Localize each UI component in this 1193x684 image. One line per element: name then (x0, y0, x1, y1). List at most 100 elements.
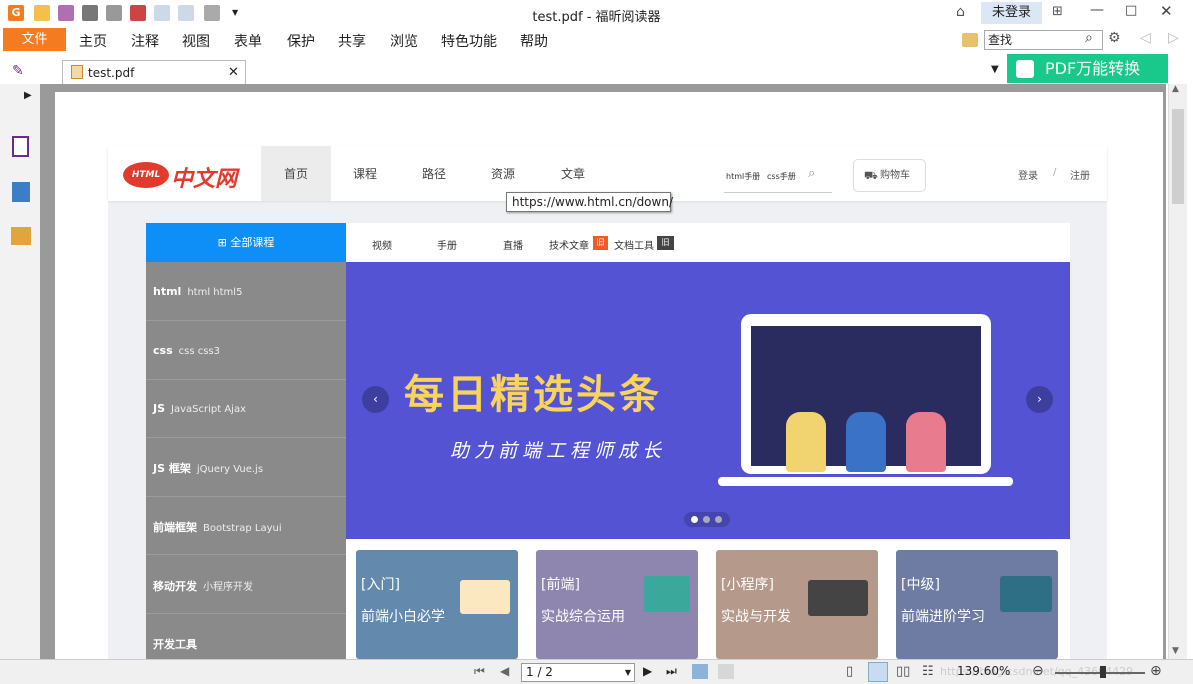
all-courses-header[interactable]: ⊞ 全部课程 (146, 223, 346, 262)
bookmark-icon[interactable] (12, 136, 29, 157)
prev-result-icon[interactable]: ◁ (1140, 30, 1151, 46)
course-item-mobile[interactable]: 移动开发 小程序开发 (153, 578, 253, 594)
dot[interactable] (715, 516, 722, 523)
search-hint-html[interactable]: html手册 (726, 171, 760, 182)
zoom-slider-thumb[interactable] (1100, 666, 1106, 678)
scroll-down-icon[interactable]: ▼ (1172, 646, 1179, 656)
site-search-icon[interactable]: ⌕ (808, 166, 815, 181)
prev-page-icon[interactable]: ◀ (500, 664, 509, 678)
card-label: 前端小白必学 (361, 609, 445, 625)
facing-icon[interactable]: ▯▯ (896, 664, 910, 679)
subnav-tech-articles[interactable]: 技术文章 (549, 237, 589, 252)
card-illustration (1000, 576, 1052, 612)
sign-icon[interactable]: ✎ (12, 63, 24, 79)
prev-view-icon[interactable] (692, 664, 708, 679)
subnav-doc-tools[interactable]: 文档工具 (614, 237, 654, 252)
first-page-icon[interactable]: ⏮ (474, 664, 485, 679)
site-login-link[interactable]: 登录 (1018, 167, 1038, 182)
file-menu[interactable]: 文件 (3, 28, 66, 51)
menu-view[interactable]: 视图 (182, 31, 210, 51)
continuous-icon[interactable] (868, 662, 888, 682)
subnav-live[interactable]: 直播 (503, 237, 523, 252)
divider (146, 613, 346, 614)
page-number-input[interactable]: 1 / 2 ▼ (521, 663, 635, 682)
cart-button[interactable]: ⛟ 购物车 (853, 159, 926, 192)
card-beginner[interactable]: [入门] 前端小白必学 (356, 550, 518, 659)
menu-help[interactable]: 帮助 (520, 31, 548, 51)
single-page-icon[interactable]: ▯ (846, 664, 853, 679)
card-tag: [前端] (541, 577, 580, 593)
all-courses-label: 全部课程 (230, 236, 275, 249)
login-button[interactable]: 未登录 (981, 2, 1042, 24)
card-frontend[interactable]: [前端] 实战综合运用 (536, 550, 698, 659)
nav-resources[interactable]: 资源 (491, 165, 515, 182)
course-sub: jQuery Vue.js (196, 464, 264, 475)
banner-next-button[interactable]: › (1026, 386, 1053, 413)
next-result-icon[interactable]: ▷ (1168, 30, 1179, 46)
pages-icon[interactable] (12, 182, 30, 202)
menu-comment[interactable]: 注释 (131, 31, 159, 51)
nav-courses[interactable]: 课程 (353, 165, 377, 182)
search-hint-css[interactable]: css手册 (767, 171, 796, 182)
nav-path[interactable]: 路径 (422, 165, 446, 182)
menu-form[interactable]: 表单 (234, 31, 262, 51)
menu-protect[interactable]: 保护 (287, 31, 315, 51)
close-window-button[interactable]: ✕ (1160, 2, 1173, 20)
nav-articles[interactable]: 文章 (561, 165, 585, 182)
course-sub: html html5 (187, 287, 243, 298)
course-item-frontend-framework[interactable]: 前端框架 Bootstrap Layui (153, 519, 282, 535)
vertical-scrollbar[interactable]: ▲ ▼ (1168, 84, 1187, 659)
close-tab-icon[interactable]: ✕ (228, 65, 239, 80)
course-main: 开发工具 (153, 638, 197, 651)
search-icon[interactable]: ⌕ (1085, 30, 1093, 46)
tab-list-dropdown-icon[interactable]: ▼ (991, 64, 999, 75)
dot[interactable] (703, 516, 710, 523)
dot-active[interactable] (691, 516, 698, 523)
card-intermediate[interactable]: [中级] 前端进阶学习 (896, 550, 1058, 659)
person-illustration (786, 412, 826, 472)
course-item-html[interactable]: html html html5 (153, 285, 242, 298)
scroll-thumb[interactable] (1172, 109, 1184, 204)
banner-title: 每日精选头条 (404, 372, 662, 418)
card-label: 实战与开发 (721, 609, 791, 625)
course-sub: 小程序开发 (203, 582, 253, 593)
find-folder-icon[interactable] (962, 33, 978, 47)
next-view-icon[interactable] (718, 664, 734, 679)
continuous-facing-icon[interactable]: ☷ (922, 664, 934, 679)
site-separator: / (1053, 167, 1057, 178)
nav-home[interactable]: 首页 (284, 165, 308, 182)
settings-icon[interactable]: ⚙ (1108, 30, 1121, 46)
menu-share[interactable]: 共享 (338, 31, 366, 51)
pdf-convert-button[interactable]: PDF万能转换 (1007, 54, 1168, 83)
zoom-level[interactable]: 139.60% (957, 664, 1010, 678)
maximize-button[interactable]: □ (1125, 3, 1137, 18)
expand-panel-icon[interactable]: ▶ (24, 90, 32, 101)
page-dropdown-icon[interactable]: ▼ (625, 664, 631, 681)
course-item-js[interactable]: JS JavaScript Ajax (153, 402, 246, 415)
menu-features[interactable]: 特色功能 (441, 31, 497, 51)
card-miniprogram[interactable]: [小程序] 实战与开发 (716, 550, 878, 659)
menu-browse[interactable]: 浏览 (390, 31, 418, 51)
zoom-in-icon[interactable]: ⊕ (1150, 663, 1162, 679)
minimize-button[interactable]: — (1090, 2, 1104, 18)
skin-icon[interactable]: ⌂ (956, 4, 965, 20)
subnav-video[interactable]: 视频 (372, 237, 392, 252)
course-item-css[interactable]: css css css3 (153, 344, 220, 357)
comments-icon[interactable] (11, 227, 31, 245)
card-illustration (808, 580, 868, 616)
right-edge (1187, 84, 1193, 684)
menu-home[interactable]: 主页 (79, 31, 107, 51)
site-register-link[interactable]: 注册 (1070, 167, 1090, 182)
zoom-out-icon[interactable]: ⊖ (1032, 663, 1044, 679)
course-main: 前端框架 (153, 521, 197, 534)
tab-test-pdf[interactable]: test.pdf ✕ (62, 60, 246, 84)
grid-icon[interactable]: ⊞ (1052, 4, 1063, 19)
course-item-js-framework[interactable]: JS 框架 jQuery Vue.js (153, 460, 263, 476)
subnav-manual[interactable]: 手册 (437, 237, 457, 252)
scroll-up-icon[interactable]: ▲ (1172, 84, 1179, 94)
next-page-icon[interactable]: ▶ (643, 664, 652, 678)
banner-prev-button[interactable]: ‹ (362, 386, 389, 413)
last-page-icon[interactable]: ⏭ (666, 664, 677, 679)
course-item-tools[interactable]: 开发工具 (153, 636, 203, 652)
card-tag: [小程序] (721, 577, 774, 593)
